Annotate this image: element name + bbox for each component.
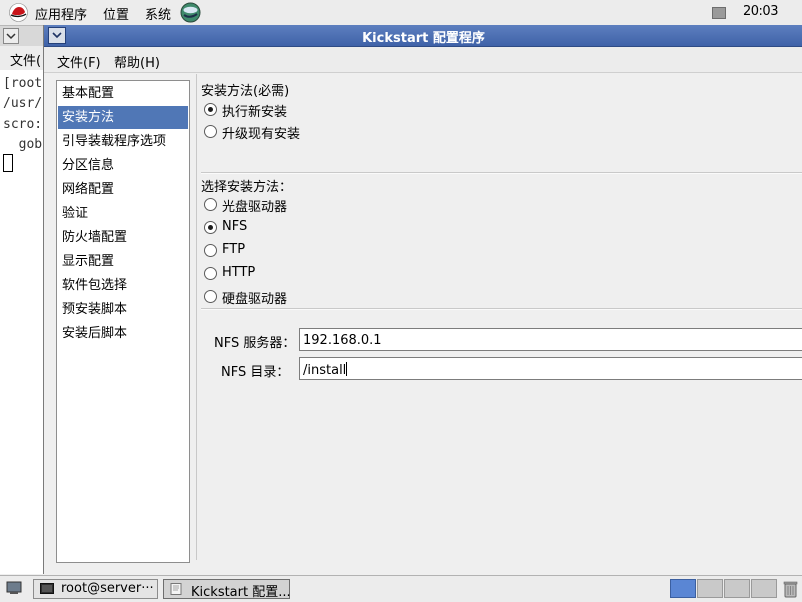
workspace-4[interactable]	[751, 579, 777, 598]
chevron-down-icon	[6, 33, 16, 40]
terminal-file-menu[interactable]: 文件(	[10, 50, 41, 69]
places-menu[interactable]: 位置	[103, 4, 129, 23]
radio-label[interactable]: 光盘驱动器	[222, 196, 287, 215]
method-label: 选择安装方法：	[201, 180, 293, 195]
separator	[201, 308, 802, 310]
workspace-1[interactable]	[670, 579, 696, 598]
taskbar-terminal-button[interactable]: root@server···	[33, 579, 158, 599]
category-list: 基本配置 安装方法 引导装载程序选项 分区信息 网络配置 验证 防火墙配置 显示配置 软件包选择…	[56, 80, 190, 563]
trash-icon[interactable]	[783, 580, 798, 598]
terminal-icon	[40, 583, 54, 594]
radio-label[interactable]: HTTP	[222, 265, 255, 280]
terminal-line: scro:	[3, 117, 43, 132]
show-desktop-icon[interactable]	[6, 581, 22, 595]
top-panel: 应用程序 位置 系统 20:03	[0, 0, 802, 26]
nav-item[interactable]: 显示配置	[58, 250, 188, 273]
system-menu[interactable]: 系统	[145, 4, 171, 23]
help-menu[interactable]: 帮助(H)	[114, 52, 160, 71]
nav-item[interactable]: 引导装载程序选项	[58, 130, 188, 153]
nfs-server-label: NFS 服务器：	[214, 336, 296, 351]
radio-button[interactable]	[204, 267, 217, 280]
menubar: 文件(F) 帮助(H)	[44, 47, 802, 73]
kickstart-window: Kickstart 配置程序 文件(F) 帮助(H) 基本配置 安装方法 引导装载程…	[43, 25, 802, 574]
radio-button[interactable]	[204, 221, 217, 234]
radio-button[interactable]	[204, 125, 217, 138]
nav-item[interactable]: 防火墙配置	[58, 226, 188, 249]
terminal-line: /usr/	[3, 96, 43, 111]
nav-item[interactable]: 验证	[58, 202, 188, 225]
kickstart-titlebar[interactable]: Kickstart 配置程序	[44, 25, 802, 47]
radio-label[interactable]: 执行新安装	[222, 101, 287, 120]
radio-label[interactable]: 硬盘驱动器	[222, 288, 287, 307]
nfs-server-value: 192.168.0.1	[303, 333, 382, 348]
nfs-directory-input[interactable]: /install	[299, 357, 802, 380]
workspace-2[interactable]	[697, 579, 723, 598]
bottom-taskbar: root@server··· Kickstart 配置...	[0, 575, 802, 602]
kickstart-app-icon	[170, 583, 182, 595]
nfs-server-input[interactable]: 192.168.0.1	[299, 328, 802, 351]
separator	[201, 172, 802, 174]
window-title: Kickstart 配置程序	[362, 31, 485, 46]
radio-label[interactable]: NFS	[222, 219, 247, 234]
nav-item[interactable]: 安装后脚本	[58, 322, 188, 345]
taskbar-kickstart-button[interactable]: Kickstart 配置...	[163, 579, 291, 600]
window-menu-button[interactable]	[3, 28, 19, 44]
web-browser-icon[interactable]	[180, 2, 201, 23]
terminal-line: [root	[3, 76, 43, 91]
workspace-3[interactable]	[724, 579, 750, 598]
task-label: Kickstart 配置...	[191, 585, 291, 600]
radio-button[interactable]	[204, 244, 217, 257]
nav-item[interactable]: 安装方法	[58, 106, 188, 129]
task-label: root@server···	[61, 581, 154, 596]
install-section-label: 安装方法(必需)	[201, 84, 290, 99]
nav-item[interactable]: 软件包选择	[58, 274, 188, 297]
radio-button[interactable]	[204, 290, 217, 303]
nav-item[interactable]: 基本配置	[58, 82, 188, 105]
file-menu[interactable]: 文件(F)	[57, 52, 101, 71]
radio-button[interactable]	[204, 103, 217, 116]
terminal-line: gob	[3, 137, 43, 152]
notification-tray-icon[interactable]	[712, 7, 726, 19]
nav-item[interactable]: 分区信息	[58, 154, 188, 177]
redhat-logo-icon[interactable]	[9, 3, 28, 22]
applications-menu[interactable]: 应用程序	[35, 4, 87, 23]
radio-label[interactable]: FTP	[222, 242, 245, 257]
nfs-directory-value: /install	[303, 363, 347, 378]
nav-item[interactable]: 网络配置	[58, 178, 188, 201]
install-method-pane: 安装方法(必需) 执行新安装升级现有安装 选择安装方法： 光盘驱动器 NFS FTP…	[196, 74, 802, 560]
text-cursor	[346, 362, 348, 376]
nav-item[interactable]: 预安装脚本	[58, 298, 188, 321]
terminal-cursor	[3, 154, 13, 172]
nfs-directory-label: NFS 目录：	[221, 365, 290, 380]
radio-label[interactable]: 升级现有安装	[222, 123, 300, 142]
radio-button[interactable]	[204, 198, 217, 211]
clock[interactable]: 20:03	[743, 4, 778, 19]
